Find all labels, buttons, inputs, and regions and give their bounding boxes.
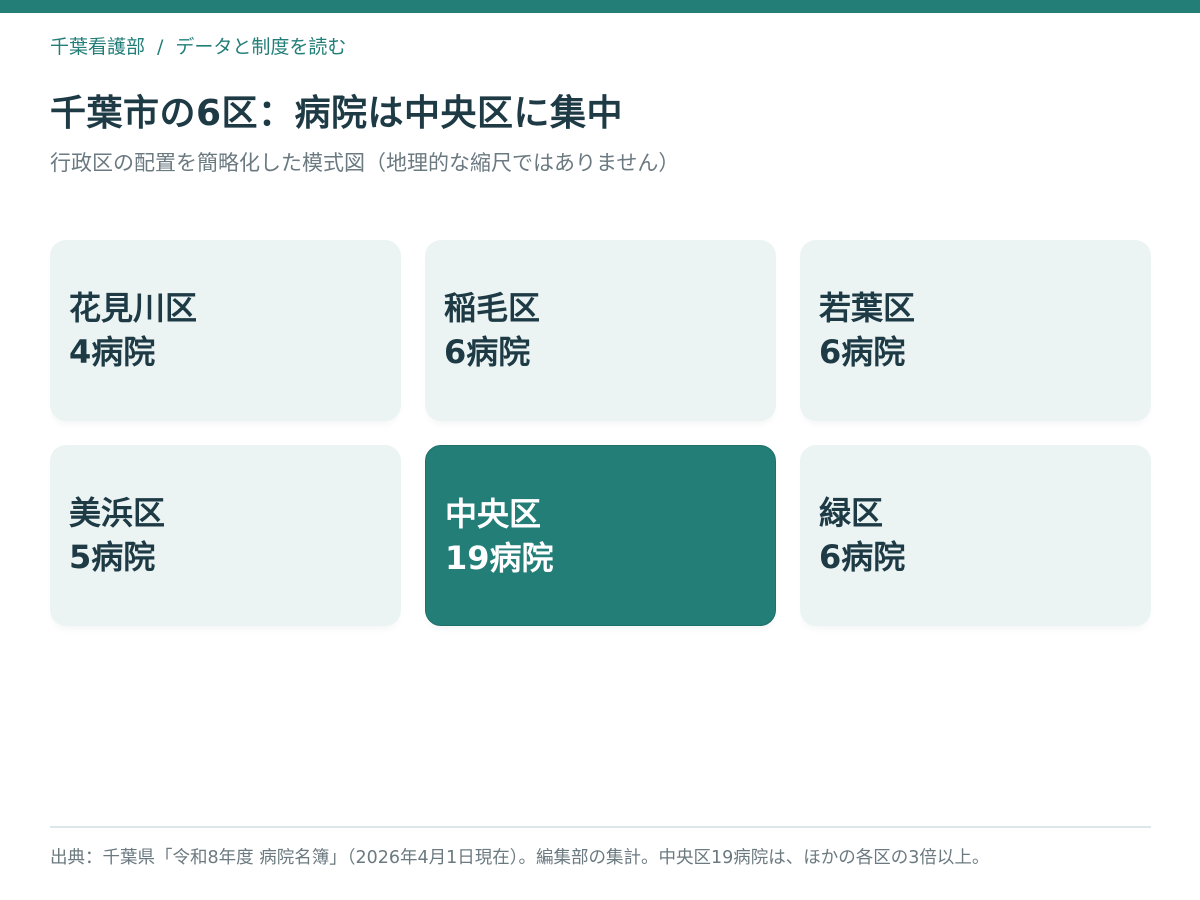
page-title: 千葉市の6区：病院は中央区に集中 [50,93,624,134]
ward-name: 中央区 [445,495,542,533]
ward-hospital-count: 19病院 [445,539,554,577]
breadcrumb-separator: / [157,36,164,58]
page: 千葉看護部 / データと制度を読む 千葉市の6区：病院は中央区に集中 行政区の配置を… [0,0,1200,900]
ward-name: 美浜区 [69,494,166,532]
ward-hospital-count: 6病院 [819,538,906,576]
ward-name: 稲毛区 [444,289,541,327]
ward-name: 緑区 [819,494,884,532]
ward-hospital-count: 6病院 [444,333,531,371]
ward-name: 若葉区 [819,289,916,327]
ward-hospital-count: 6病院 [819,333,906,371]
ward-name: 花見川区 [69,289,198,327]
ward-card-mihama: 美浜区 5病院 [50,445,401,626]
footer-divider [50,826,1151,828]
ward-grid: 花見川区 4病院 稲毛区 6病院 若葉区 6病院 美浜区 5病院 中央区 19病… [50,240,1151,626]
ward-card-hanamigawa: 花見川区 4病院 [50,240,401,421]
ward-card-wakaba: 若葉区 6病院 [800,240,1151,421]
ward-hospital-count: 4病院 [69,333,156,371]
page-subtitle: 行政区の配置を簡略化した模式図（地理的な縮尺ではありません） [50,151,680,175]
ward-card-inage: 稲毛区 6病院 [425,240,776,421]
ward-card-midori: 緑区 6病院 [800,445,1151,626]
source-note: 出典：千葉県「令和8年度 病院名簿」（2026年4月1日現在）。編集部の集計。中… [50,848,990,868]
breadcrumb-site-link[interactable]: 千葉看護部 [50,36,145,58]
ward-hospital-count: 5病院 [69,538,156,576]
breadcrumb-section-link[interactable]: データと制度を読む [175,36,346,58]
ward-card-chuo-highlighted: 中央区 19病院 [425,445,776,626]
top-accent-bar [0,0,1200,13]
breadcrumb: 千葉看護部 / データと制度を読む [50,32,346,59]
